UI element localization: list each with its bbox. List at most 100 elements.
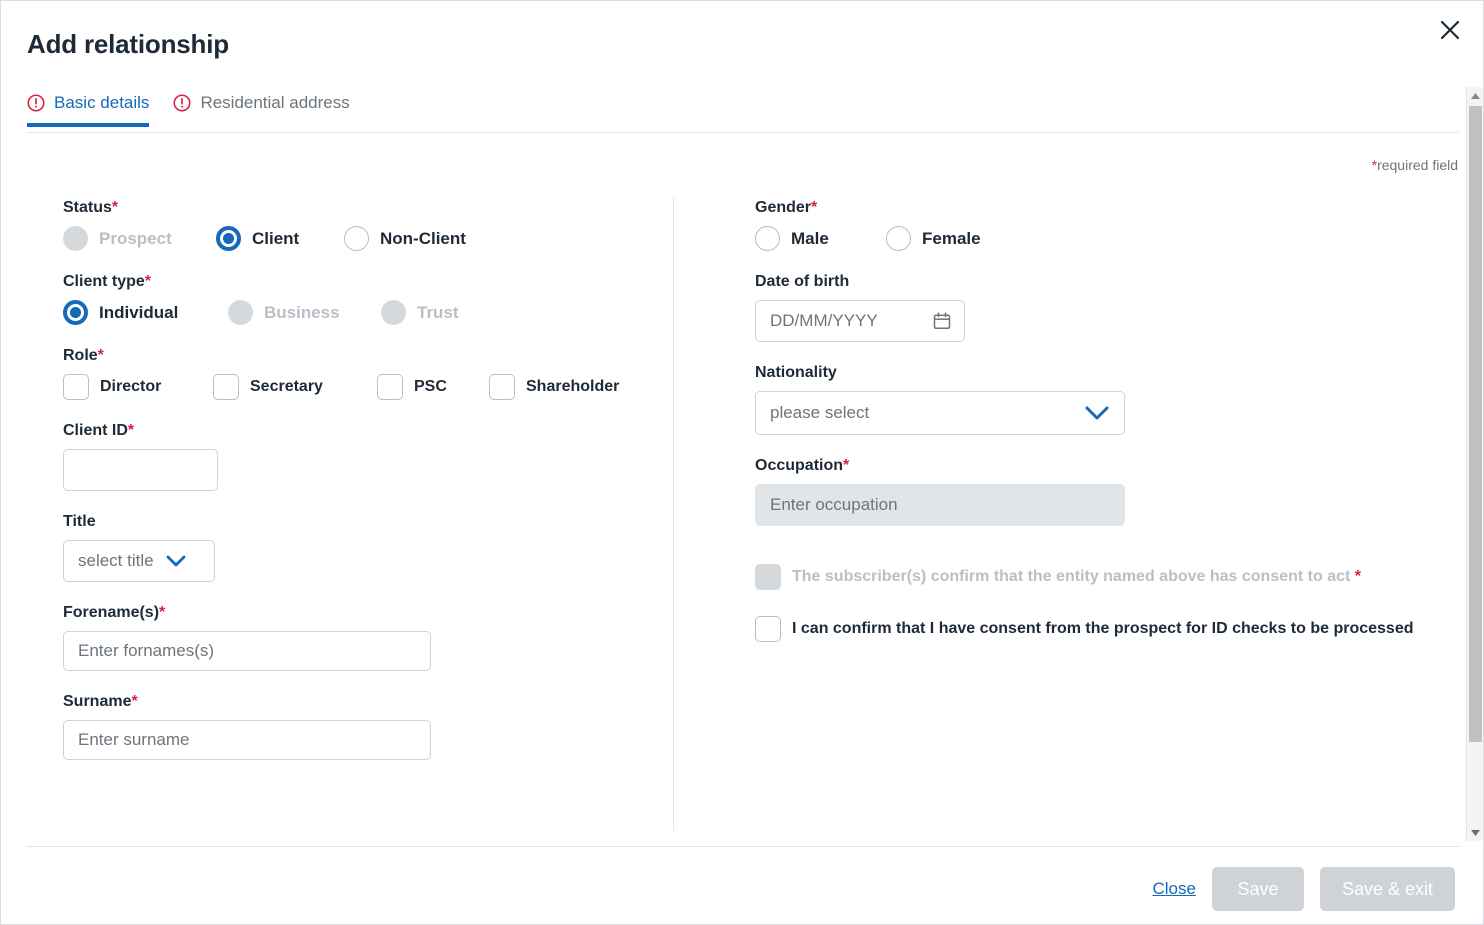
role-checkbox-psc-label: PSC bbox=[414, 378, 447, 396]
title-select-value: select title bbox=[78, 551, 154, 571]
role-checkbox-director-label: Director bbox=[100, 378, 161, 396]
date-of-birth-field: DD/MM/YYYY bbox=[755, 300, 965, 342]
date-of-birth-label-text: Date of birth bbox=[755, 273, 849, 290]
occupation-label-text: Occupation bbox=[755, 457, 843, 474]
tab-bar: Basic details Residential address bbox=[27, 93, 350, 127]
status-option-prospect[interactable]: Prospect bbox=[63, 226, 216, 251]
checkbox-icon bbox=[213, 374, 239, 400]
nationality-group: Nationality please select bbox=[755, 364, 1445, 435]
surname-required-asterisk: * bbox=[131, 693, 137, 710]
role-checkbox-director[interactable]: Director bbox=[63, 374, 213, 400]
role-checkbox-shareholder[interactable]: Shareholder bbox=[489, 374, 619, 400]
consent-id-checks-label: I can confirm that I have consent from t… bbox=[792, 620, 1413, 638]
role-group: Role* Director Secretary PSC Shareholde bbox=[63, 347, 663, 400]
client-id-input[interactable] bbox=[63, 449, 218, 491]
gender-option-male[interactable]: Male bbox=[755, 226, 886, 251]
surname-label: Surname* bbox=[63, 693, 663, 711]
checkbox-icon bbox=[377, 374, 403, 400]
calendar-icon[interactable] bbox=[932, 311, 952, 331]
client-type-label: Client type* bbox=[63, 273, 663, 291]
client-type-option-business[interactable]: Business bbox=[228, 300, 381, 325]
nationality-select-value: please select bbox=[770, 403, 869, 423]
scroll-down-arrow-icon[interactable] bbox=[1467, 824, 1484, 841]
client-id-required-asterisk: * bbox=[128, 422, 134, 439]
checkbox-icon bbox=[755, 564, 781, 590]
role-checkbox-secretary-label: Secretary bbox=[250, 378, 323, 396]
radio-icon bbox=[216, 226, 241, 251]
surname-input[interactable]: Enter surname bbox=[63, 720, 431, 760]
client-type-radio-row: Individual Business Trust bbox=[63, 300, 663, 325]
date-of-birth-group: Date of birth DD/MM/YYYY bbox=[755, 273, 1445, 342]
status-label-text: Status bbox=[63, 199, 112, 216]
role-checkbox-secretary[interactable]: Secretary bbox=[213, 374, 377, 400]
tabs-divider bbox=[27, 132, 1459, 133]
scroll-up-arrow-icon[interactable] bbox=[1467, 87, 1484, 104]
surname-group: Surname* Enter surname bbox=[63, 693, 663, 760]
tab-residential-address[interactable]: Residential address bbox=[173, 93, 349, 127]
consent-subscriber-label-text: The subscriber(s) confirm that the entit… bbox=[792, 568, 1350, 585]
tab-basic-details[interactable]: Basic details bbox=[27, 93, 149, 127]
save-button[interactable]: Save bbox=[1212, 867, 1304, 911]
consent-subscriber-label: The subscriber(s) confirm that the entit… bbox=[792, 568, 1361, 586]
nationality-select[interactable]: please select bbox=[755, 391, 1125, 435]
role-checkbox-psc[interactable]: PSC bbox=[377, 374, 489, 400]
tab-residential-address-label: Residential address bbox=[200, 93, 349, 113]
client-id-group: Client ID* bbox=[63, 422, 663, 491]
status-option-client[interactable]: Client bbox=[216, 226, 344, 251]
scrollbar-thumb[interactable] bbox=[1469, 106, 1482, 742]
add-relationship-modal: Add relationship Basic details Residenti… bbox=[0, 0, 1484, 925]
nationality-label-text: Nationality bbox=[755, 364, 837, 381]
status-radio-row: Prospect Client Non-Client bbox=[63, 226, 663, 251]
occupation-label: Occupation* bbox=[755, 457, 1445, 475]
gender-option-female[interactable]: Female bbox=[886, 226, 981, 251]
radio-icon bbox=[755, 226, 780, 251]
gender-radio-row: Male Female bbox=[755, 226, 1445, 251]
save-and-exit-button[interactable]: Save & exit bbox=[1320, 867, 1455, 911]
occupation-required-asterisk: * bbox=[843, 457, 849, 474]
close-icon[interactable] bbox=[1435, 15, 1465, 45]
forenames-input[interactable]: Enter fornames(s) bbox=[63, 631, 431, 671]
consent-subscriber-checkbox[interactable]: The subscriber(s) confirm that the entit… bbox=[755, 564, 1445, 590]
gender-label: Gender* bbox=[755, 199, 1445, 217]
forenames-group: Forename(s)* Enter fornames(s) bbox=[63, 604, 663, 671]
title-select[interactable]: select title bbox=[63, 540, 215, 582]
consent-id-checks-checkbox[interactable]: I can confirm that I have consent from t… bbox=[755, 616, 1445, 642]
occupation-input[interactable]: Enter occupation bbox=[755, 484, 1125, 526]
client-id-label-text: Client ID bbox=[63, 422, 128, 439]
surname-label-text: Surname bbox=[63, 693, 131, 710]
client-type-option-trust[interactable]: Trust bbox=[381, 300, 459, 325]
status-group: Status* Prospect Client Non-Client bbox=[63, 199, 663, 251]
required-note-text: required field bbox=[1377, 157, 1458, 173]
client-type-group: Client type* Individual Business Trust bbox=[63, 273, 663, 325]
radio-icon bbox=[63, 226, 88, 251]
vertical-scrollbar[interactable] bbox=[1466, 87, 1483, 841]
radio-icon bbox=[344, 226, 369, 251]
consent-subscriber-row: The subscriber(s) confirm that the entit… bbox=[755, 564, 1445, 590]
nationality-label: Nationality bbox=[755, 364, 1445, 382]
date-of-birth-label: Date of birth bbox=[755, 273, 1445, 291]
chevron-down-icon bbox=[1084, 405, 1110, 421]
footer-actions: Close Save Save & exit bbox=[1152, 867, 1455, 911]
checkbox-icon bbox=[489, 374, 515, 400]
client-id-label: Client ID* bbox=[63, 422, 663, 440]
title-label-text: Title bbox=[63, 513, 96, 530]
gender-option-female-label: Female bbox=[922, 229, 981, 249]
required-field-note: *required field bbox=[1372, 157, 1458, 173]
checkbox-icon bbox=[63, 374, 89, 400]
left-column: Status* Prospect Client Non-Client bbox=[63, 199, 663, 782]
role-checkbox-shareholder-label: Shareholder bbox=[526, 378, 619, 396]
client-type-option-individual[interactable]: Individual bbox=[63, 300, 228, 325]
status-option-prospect-label: Prospect bbox=[99, 229, 172, 249]
close-link[interactable]: Close bbox=[1152, 879, 1195, 899]
title-label: Title bbox=[63, 513, 663, 531]
radio-icon bbox=[886, 226, 911, 251]
gender-option-male-label: Male bbox=[791, 229, 829, 249]
status-option-client-label: Client bbox=[252, 229, 299, 249]
page-title: Add relationship bbox=[27, 29, 229, 60]
alert-circle-icon bbox=[27, 94, 45, 112]
status-label: Status* bbox=[63, 199, 663, 217]
client-type-option-trust-label: Trust bbox=[417, 303, 459, 323]
footer-divider bbox=[26, 846, 1460, 847]
checkbox-icon bbox=[755, 616, 781, 642]
status-option-non-client[interactable]: Non-Client bbox=[344, 226, 466, 251]
